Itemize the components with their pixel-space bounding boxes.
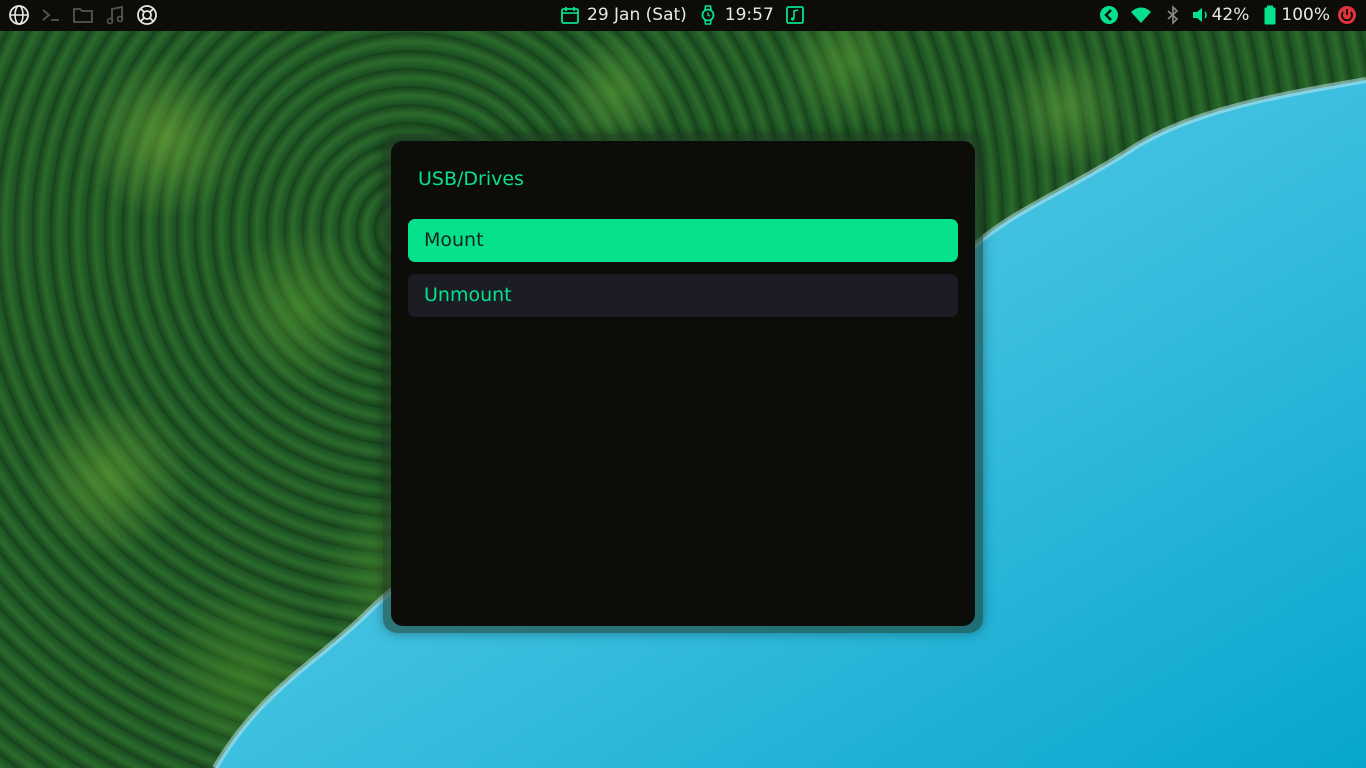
battery-label: 100% [1281,5,1330,25]
lifebuoy-icon[interactable] [136,4,158,26]
bluetooth-icon[interactable] [1162,4,1184,26]
time-label: 19:57 [724,5,774,25]
clock-area[interactable]: 29 Jan (Sat) 19:57 [559,4,806,26]
top-panel: 29 Jan (Sat) 19:57 42% 100% [0,0,1366,31]
power-icon[interactable] [1336,4,1358,26]
globe-icon[interactable] [8,4,30,26]
option-unmount[interactable]: Unmount [408,274,958,317]
option-mount[interactable]: Mount [408,219,958,262]
usb-drives-menu: USB/Drives Mount Unmount [391,141,975,626]
launcher-icons [8,4,158,26]
back-arrow-icon[interactable] [1098,4,1120,26]
volume-label: 42% [1211,5,1250,25]
folder-icon[interactable] [72,4,94,26]
volume-icon[interactable] [1190,4,1212,26]
battery-icon [1259,4,1281,26]
terminal-icon[interactable] [40,4,62,26]
date-label: 29 Jan (Sat) [587,5,687,25]
calendar-icon [559,4,581,26]
music-icon[interactable] [104,4,126,26]
watch-icon [697,4,719,26]
music-note-icon[interactable] [784,4,806,26]
wifi-icon[interactable] [1130,4,1152,26]
menu-title: USB/Drives [418,168,524,190]
status-area: 42% 100% [1098,4,1358,26]
